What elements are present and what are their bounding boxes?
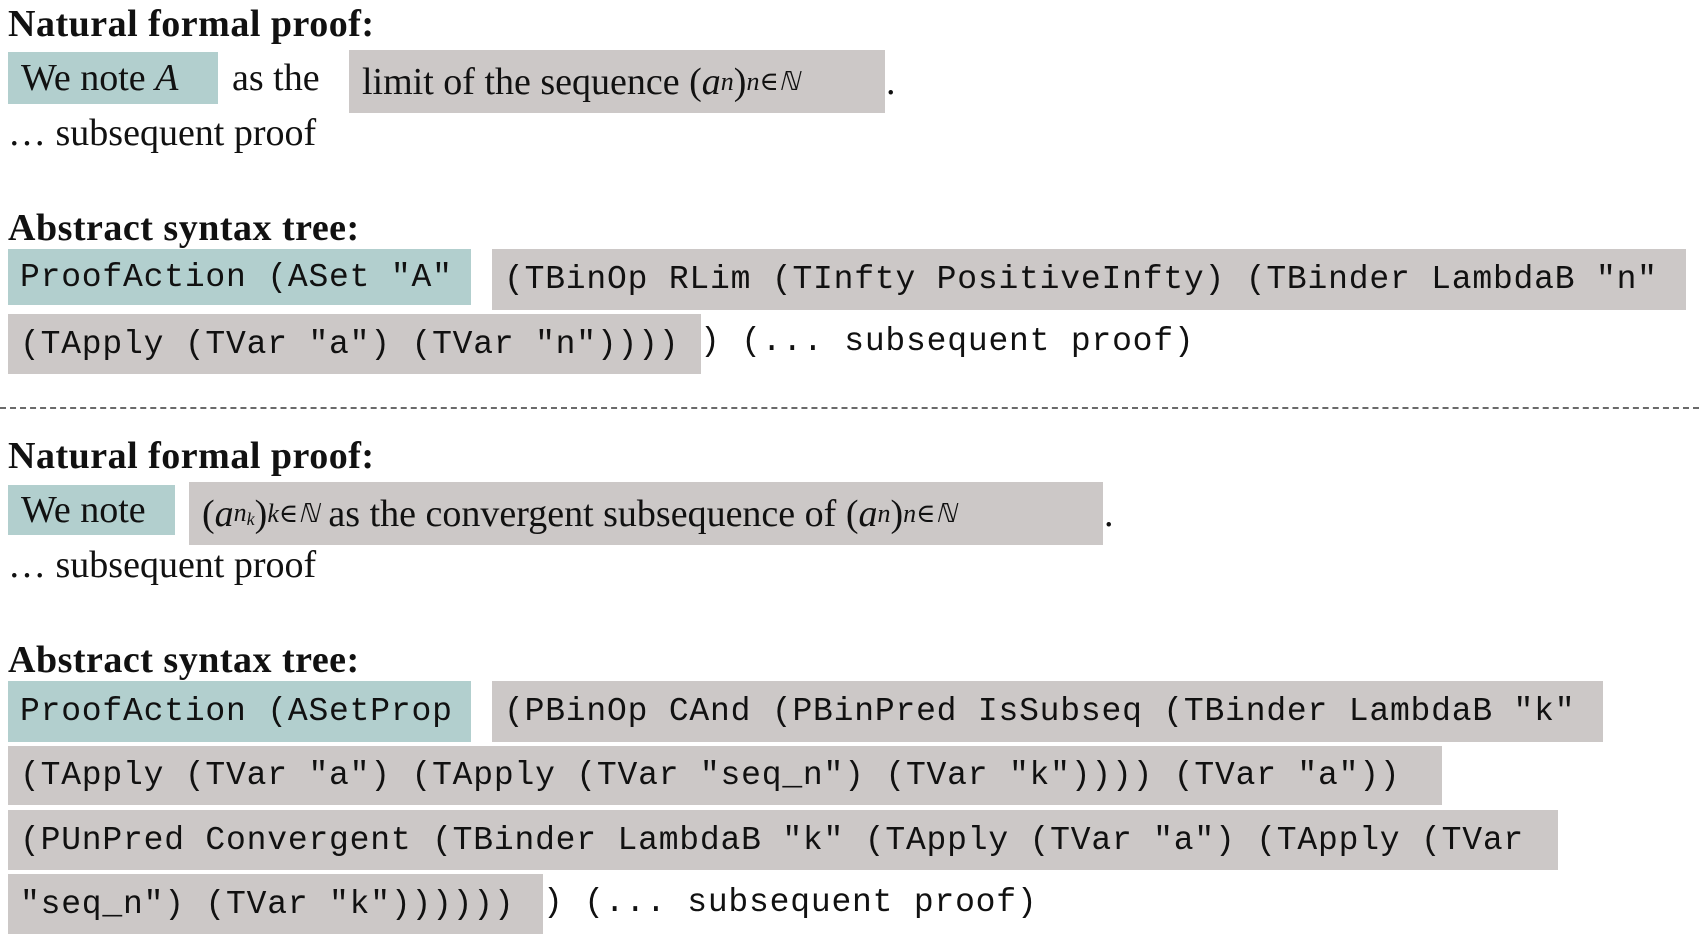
continuation-text-1: … subsequent proof [8,112,317,154]
action-variable: A [155,57,179,99]
paren-close: ) [890,492,904,535]
paren-open: ( [689,60,702,103]
paren-close: ) [733,60,747,103]
sequence-var: a [701,60,721,103]
section-divider [0,407,1699,409]
ast-heading-1: Abstract syntax tree: [8,207,360,249]
sequence-index-sub: n∈ℕ [746,66,800,96]
connector-text-1: as the [232,57,320,99]
paren-close: ) [254,492,268,535]
argument-text: as the convergent subsequence of [318,492,846,535]
sentence-end-2: . [1104,493,1114,535]
proof-action-highlight-1: We note A [8,52,218,104]
argument-highlight-2: (a nk) k∈ℕ as the convergent subsequence o… [189,482,1103,545]
sequence-var: a [858,492,878,535]
ast-tail-1: ) (... subsequent proof) [700,323,1195,360]
sequence-var-sub: n [877,498,891,528]
continuation-text-2: … subsequent proof [8,544,317,586]
proof-action-highlight-2: We note [8,485,175,535]
sentence-end-1: . [886,61,896,103]
subsequence-index-k: k [246,508,255,529]
natural-proof-heading-1: Natural formal proof: [8,3,375,45]
ast-action-highlight-2: ProofAction (ASetProp [8,681,471,742]
subsequence-index-sub: k∈ℕ [267,498,319,528]
sequence-var-sub: n [720,66,734,96]
paren-open: ( [202,492,215,535]
paren-open: ( [845,492,859,535]
action-text: We note [21,57,156,99]
ast-argument-line: (PBinOp CAnd (PBinPred IsSubseq (TBinder… [492,681,1603,742]
ast-tail-2: ) (... subsequent proof) [543,884,1038,921]
ast-heading-2: Abstract syntax tree: [8,639,360,681]
subsequence-var: a [214,492,234,535]
sequence-index-sub: n∈ℕ [903,498,957,528]
natural-proof-heading-2: Natural formal proof: [8,435,375,477]
ast-argument-line: (TBinOp RLim (TInfty PositiveInfty) (TBi… [492,249,1686,310]
ast-argument-line: (TApply (TVar "a") (TVar "n")))) [8,314,701,374]
ast-action-highlight-1: ProofAction (ASet "A" [8,249,471,305]
subsequence-var-sub: nk [234,498,255,530]
ast-argument-line: "seq_n") (TVar "k")))))) [8,874,543,934]
argument-highlight-1: limit of the sequence (a n) n∈ℕ [349,50,885,113]
subsequence-index-n: n [233,497,247,527]
ast-argument-line: (PUnPred Convergent (TBinder LambdaB "k"… [8,810,1558,870]
argument-text: limit of the sequence [362,60,690,103]
ast-argument-line: (TApply (TVar "a") (TApply (TVar "seq_n"… [8,746,1442,805]
